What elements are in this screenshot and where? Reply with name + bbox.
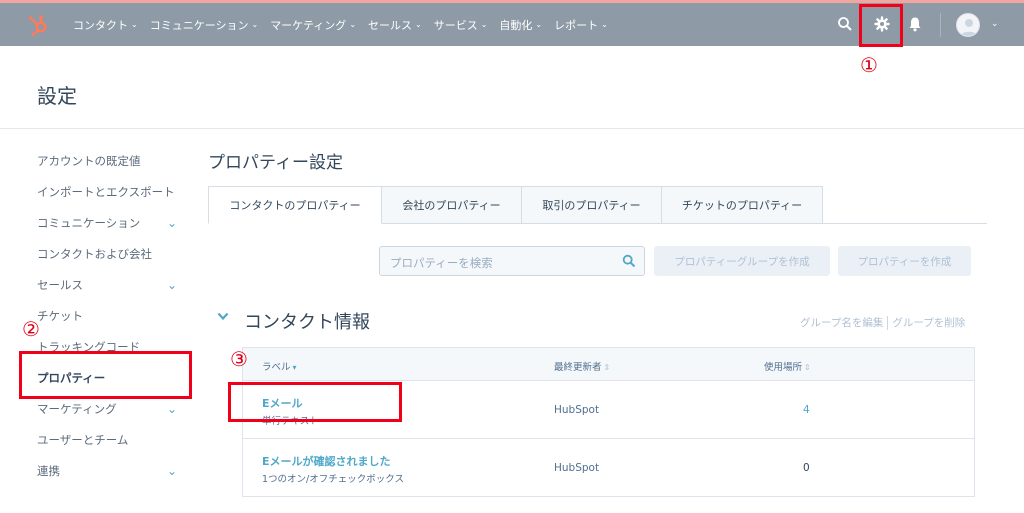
- header-divider: [0, 128, 1024, 129]
- sidebar-item-contacts-companies[interactable]: コンタクトおよび会社: [37, 238, 177, 269]
- updated-by: HubSpot: [554, 404, 600, 416]
- user-silhouette-icon: [960, 19, 978, 36]
- sidebar-item-sales[interactable]: セールス ⌄: [37, 269, 177, 300]
- nav-menu-marketing[interactable]: マーケティング ⌄: [270, 17, 356, 33]
- chevron-down-icon: ⌄: [166, 277, 177, 292]
- usage-count-link[interactable]: 4: [803, 404, 810, 416]
- column-header-label[interactable]: ラベル ▾: [262, 359, 297, 373]
- sidebar-item-import-export[interactable]: インポートとエクスポート: [37, 176, 177, 207]
- chevron-down-icon: ⌄: [415, 20, 422, 29]
- settings-sidebar: アカウントの既定値 インポートとエクスポート コミュニケーション ⌄ コンタクトお…: [37, 145, 187, 486]
- usage-count: 0: [803, 462, 810, 474]
- chevron-down-icon: ⌄: [480, 20, 488, 29]
- create-property-button[interactable]: プロパティーを作成: [838, 246, 971, 276]
- annotation-marker-3: ③: [230, 347, 248, 371]
- property-label-link[interactable]: Eメールが確認されました: [262, 453, 391, 469]
- collapse-chevron-icon[interactable]: [217, 311, 229, 321]
- chevron-down-icon: ⌄: [251, 20, 259, 29]
- property-tabs: コンタクトのプロパティー 会社のプロパティー 取引のプロパティー チケットのプロ…: [208, 186, 823, 224]
- user-avatar[interactable]: [956, 13, 980, 37]
- updated-by: HubSpot: [554, 462, 600, 474]
- bell-icon[interactable]: [908, 16, 922, 32]
- nav-menu-reports[interactable]: レポート ⌄: [554, 17, 608, 33]
- annotation-marker-1: ①: [860, 53, 878, 77]
- tab-deal-properties[interactable]: 取引のプロパティー: [522, 186, 662, 224]
- chevron-down-icon: ⌄: [535, 20, 543, 29]
- search-icon[interactable]: [622, 254, 636, 268]
- action-separator: [887, 316, 889, 330]
- delete-group-link[interactable]: グループを削除: [892, 317, 965, 329]
- nav-menu-sales[interactable]: セールス ⌄: [368, 17, 422, 33]
- page-title: 設定: [37, 84, 77, 108]
- sidebar-item-users-teams[interactable]: ユーザーとチーム: [37, 424, 177, 455]
- sidebar-item-account-defaults[interactable]: アカウントの既定値: [37, 145, 177, 176]
- chevron-down-icon: ⌄: [166, 463, 177, 478]
- tab-ticket-properties[interactable]: チケットのプロパティー: [662, 186, 823, 224]
- hubspot-logo-icon[interactable]: [26, 13, 50, 37]
- create-property-group-button[interactable]: プロパティーグループを作成: [654, 246, 830, 276]
- annotation-box-gear: [859, 4, 903, 47]
- property-search-input[interactable]: プロパティーを検索: [379, 246, 645, 276]
- search-placeholder: プロパティーを検索: [390, 256, 493, 270]
- tabs-baseline: [823, 223, 987, 224]
- nav-divider: [940, 13, 941, 37]
- tab-company-properties[interactable]: 会社のプロパティー: [382, 186, 522, 224]
- account-chevron-down-icon[interactable]: ⌄: [991, 19, 999, 29]
- annotation-box-email: [228, 382, 402, 422]
- chevron-down-icon: ⌄: [166, 401, 177, 416]
- nav-menu-automation[interactable]: 自動化 ⌄: [499, 17, 542, 33]
- tab-contact-properties[interactable]: コンタクトのプロパティー: [208, 186, 382, 224]
- chevron-down-icon: ⌄: [131, 20, 138, 29]
- properties-table: ラベル ▾ 最終更新者 ⇕ 使用場所 ⇕ Eメール 単行テキスト HubSpot 4 …: [242, 347, 975, 497]
- group-title: コンタクト情報: [244, 312, 370, 333]
- nav-menu-contacts[interactable]: コンタクト ⌄: [73, 17, 138, 33]
- chevron-down-icon: ⌄: [166, 215, 177, 230]
- sort-icon: ⇕: [603, 363, 611, 372]
- property-type: 1つのオン/オフチェックボックス: [262, 474, 404, 485]
- annotation-box-properties: [19, 351, 192, 399]
- section-title: プロパティー設定: [208, 153, 343, 173]
- search-icon[interactable]: [837, 16, 853, 32]
- edit-group-name-link[interactable]: グループ名を編集: [800, 317, 883, 329]
- nav-menu-conversations[interactable]: コミュニケーション ⌄: [150, 17, 258, 33]
- sidebar-item-conversations[interactable]: コミュニケーション ⌄: [37, 207, 177, 238]
- annotation-marker-2: ②: [22, 317, 40, 341]
- column-header-usage[interactable]: 使用場所 ⇕: [764, 359, 811, 373]
- sort-icon: ⇕: [804, 363, 811, 372]
- group-actions: グループ名を編集 グループを削除: [800, 315, 965, 330]
- column-header-updated-by[interactable]: 最終更新者 ⇕: [554, 359, 610, 373]
- nav-menu-service[interactable]: サービス ⌄: [434, 17, 488, 33]
- sidebar-item-tickets[interactable]: チケット: [37, 300, 177, 331]
- table-header: ラベル ▾ 最終更新者 ⇕ 使用場所 ⇕: [243, 348, 974, 381]
- sidebar-item-integrations[interactable]: 連携 ⌄: [37, 455, 177, 486]
- table-row: Eメールが確認されました 1つのオン/オフチェックボックス HubSpot 0: [243, 439, 974, 497]
- main-menu: コンタクト ⌄ コミュニケーション ⌄ マーケティング ⌄ セールス ⌄ サービス ⌄ 自…: [73, 3, 620, 46]
- chevron-down-icon: ⌄: [349, 20, 357, 29]
- sort-descending-icon: ▾: [292, 363, 297, 372]
- chevron-down-icon: ⌄: [601, 20, 608, 29]
